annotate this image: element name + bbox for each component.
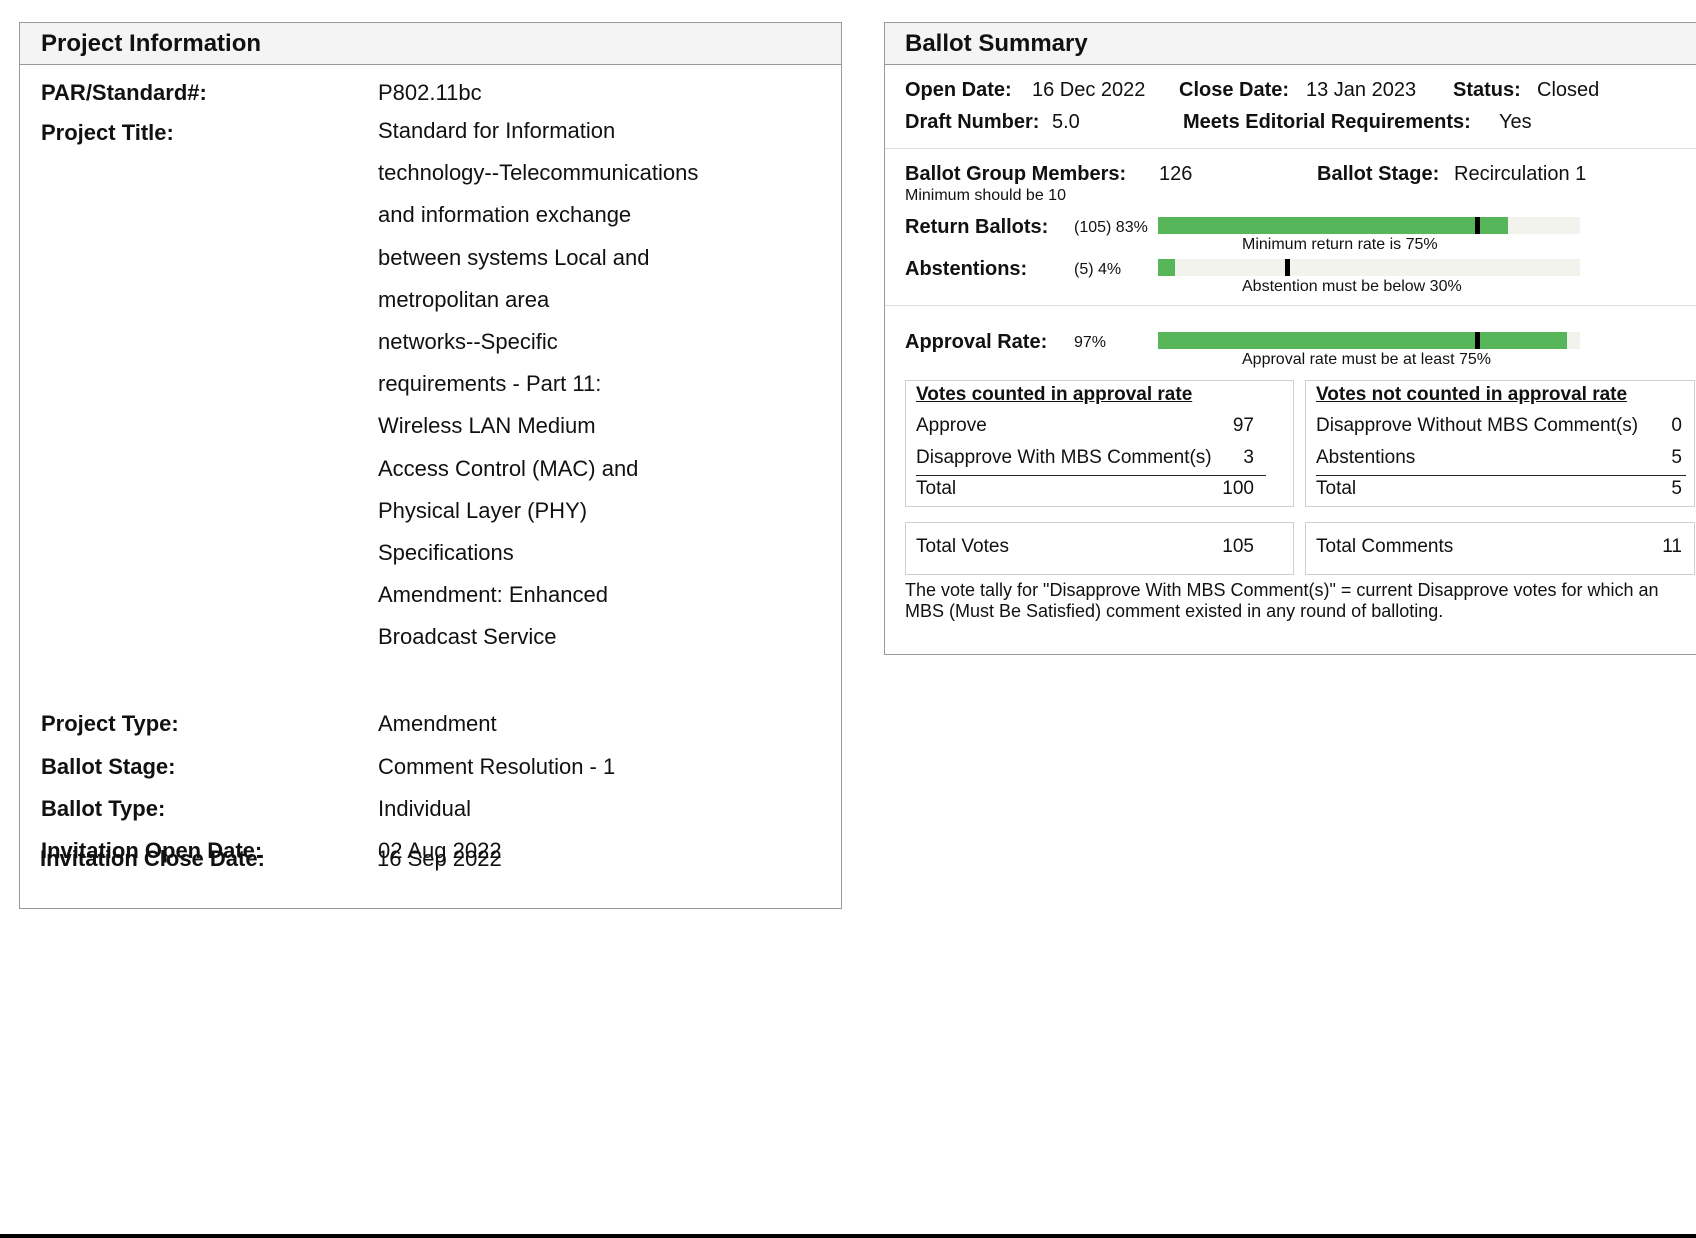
- abstentions-row-label: Abstentions: [1316, 447, 1416, 468]
- approve-label: Approve: [916, 415, 987, 436]
- abstention-bar: [1158, 259, 1580, 276]
- project-title-line: between systems Local and: [378, 244, 650, 270]
- ballot-stage-value: Recirculation 1: [1454, 163, 1587, 185]
- total-comments-box: Total Comments 11: [1305, 522, 1695, 575]
- abstention-fill: [1158, 259, 1175, 276]
- project-title-line: Specifications: [378, 540, 514, 566]
- not-counted-total-value: 5: [1671, 478, 1682, 499]
- counted-total-value: 100: [1222, 478, 1254, 499]
- page-bottom-rule: [0, 1234, 1696, 1238]
- approval-rate-fill: [1158, 332, 1567, 349]
- ballot-stage-label: Ballot Stage:: [41, 754, 176, 779]
- editorial-value: Yes: [1499, 111, 1532, 133]
- project-information-header: Project Information: [20, 23, 841, 65]
- project-title-line: requirements - Part 11:: [378, 371, 602, 397]
- project-title-value: Standard for Information technology--Tel…: [378, 110, 778, 659]
- total-rule: [1316, 475, 1686, 476]
- ballot-stage-value: Comment Resolution - 1: [378, 754, 616, 779]
- total-votes-label: Total Votes: [916, 536, 1009, 557]
- project-title-label: Project Title:: [41, 120, 174, 145]
- approval-rate-note: Approval rate must be at least 75%: [1242, 351, 1492, 368]
- return-rate-bar: [1158, 217, 1580, 234]
- project-title-line: Access Control (MAC) and: [378, 455, 639, 481]
- approve-count: 97: [1232, 415, 1254, 436]
- abstentions-value: (5) 4%: [1074, 261, 1122, 278]
- disapprove-no-mbs-count: 0: [1671, 415, 1682, 436]
- disapprove-mbs-count: 3: [1243, 447, 1254, 468]
- approval-rate-label: Approval Rate:: [905, 331, 1048, 353]
- draft-number-value: 5.0: [1052, 111, 1080, 133]
- project-title-line: Wireless LAN Medium: [378, 413, 596, 439]
- disapprove-mbs-label: Disapprove With MBS Comment(s): [916, 447, 1212, 468]
- members-minimum-note: Minimum should be 10: [905, 187, 1066, 204]
- project-title-line: Physical Layer (PHY): [378, 497, 588, 523]
- approval-rate-bar: [1158, 332, 1580, 349]
- return-ballots-value: (105) 83%: [1074, 219, 1148, 236]
- project-title-line: and information exchange: [378, 202, 632, 228]
- par-label: PAR/Standard#:: [41, 80, 207, 105]
- project-title-line: networks--Specific: [378, 329, 558, 355]
- votes-not-counted-box: Votes not counted in approval rate Disap…: [1305, 380, 1695, 507]
- divider: [885, 305, 1696, 306]
- disapprove-no-mbs-label: Disapprove Without MBS Comment(s): [1316, 415, 1639, 436]
- not-counted-total-label: Total: [1316, 478, 1357, 499]
- mbs-footnote: The vote tally for "Disapprove With MBS …: [905, 580, 1659, 621]
- project-title-line: Standard for Information: [378, 118, 616, 143]
- project-title-line: technology--Telecommunications: [378, 160, 699, 186]
- editorial-label: Meets Editorial Requirements:: [1183, 111, 1471, 133]
- total-votes-box: Total Votes 105: [905, 522, 1294, 575]
- close-date-value: 13 Jan 2023: [1306, 79, 1417, 101]
- ballot-group-members-label: Ballot Group Members:: [905, 163, 1127, 185]
- par-value: P802.11bc: [378, 80, 482, 105]
- total-comments-label: Total Comments: [1316, 536, 1454, 557]
- ballot-group-members-value: 126: [1159, 163, 1193, 185]
- approval-rate-value: 97%: [1074, 334, 1107, 351]
- total-comments-value: 11: [1662, 536, 1682, 557]
- project-title-line: metropolitan area: [378, 286, 550, 312]
- return-rate-note: Minimum return rate is 75%: [1242, 236, 1438, 253]
- return-rate-fill: [1158, 217, 1508, 234]
- open-date-label: Open Date:: [905, 79, 1012, 101]
- status-label: Status:: [1453, 79, 1521, 101]
- project-type-label: Project Type:: [41, 711, 179, 736]
- status-value: Closed: [1537, 79, 1600, 101]
- ballot-stage-label: Ballot Stage:: [1317, 163, 1440, 185]
- abstentions-label: Abstentions:: [905, 258, 1028, 280]
- return-ballots-label: Return Ballots:: [905, 216, 1049, 238]
- invitation-close-label: Invitation Close Date:: [40, 846, 265, 871]
- divider: [885, 148, 1696, 149]
- approval-threshold-marker: [1475, 332, 1480, 349]
- abstention-threshold-marker: [1285, 259, 1290, 276]
- abstentions-row-count: 5: [1671, 447, 1682, 468]
- votes-not-counted-header: Votes not counted in approval rate: [1316, 384, 1628, 405]
- votes-counted-box: Votes counted in approval rate Approve 9…: [905, 380, 1294, 507]
- counted-total-label: Total: [916, 478, 957, 499]
- project-type-value: Amendment: [378, 711, 497, 736]
- project-title-line: Broadcast Service: [378, 624, 557, 650]
- project-title-line: Amendment: Enhanced: [378, 582, 608, 608]
- ballot-summary-panel: Ballot Summary Open Date: 16 Dec 2022 Cl…: [884, 22, 1696, 655]
- votes-counted-header: Votes counted in approval rate: [916, 384, 1193, 405]
- total-rule: [916, 475, 1266, 476]
- ballot-type-value: Individual: [378, 796, 471, 821]
- open-date-value: 16 Dec 2022: [1032, 79, 1146, 101]
- close-date-label: Close Date:: [1179, 79, 1290, 101]
- invitation-close-value: 16 Sep 2022: [377, 846, 502, 871]
- return-threshold-marker: [1475, 217, 1480, 234]
- ballot-summary-header: Ballot Summary: [885, 23, 1696, 65]
- draft-number-label: Draft Number:: [905, 111, 1040, 133]
- total-votes-value: 105: [1222, 536, 1254, 557]
- project-information-panel: Project Information PAR/Standard#: P802.…: [19, 22, 842, 909]
- ballot-type-label: Ballot Type:: [41, 796, 166, 821]
- abstention-note: Abstention must be below 30%: [1242, 278, 1462, 295]
